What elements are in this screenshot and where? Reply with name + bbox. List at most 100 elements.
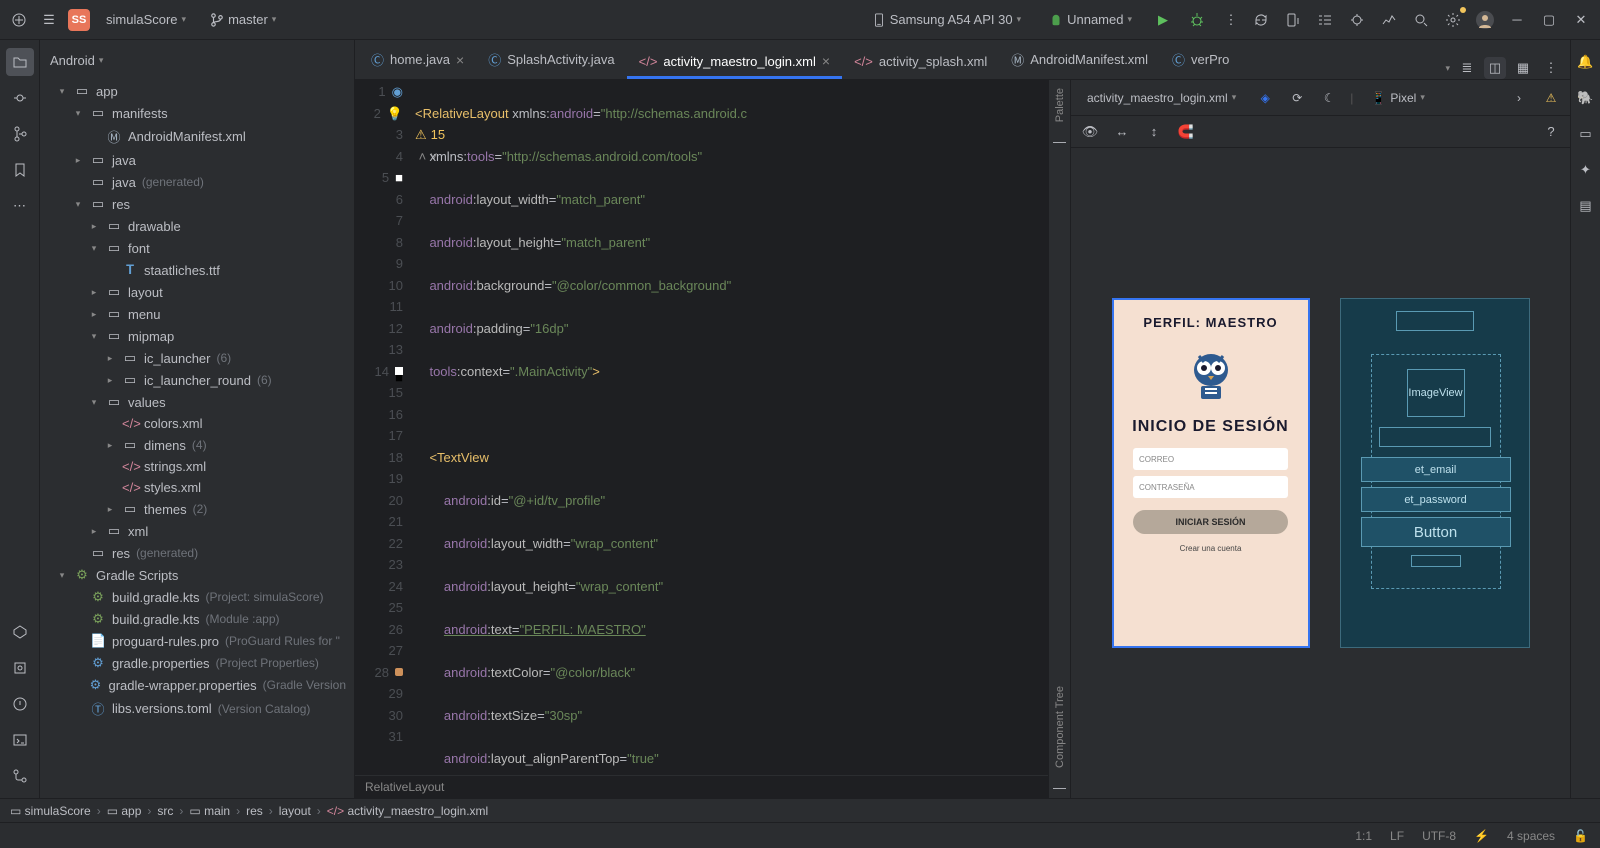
tree-node-font-file[interactable]: 𝐓staatliches.ttf — [44, 259, 350, 281]
search-icon[interactable] — [1410, 9, 1432, 31]
status-readonly-icon[interactable]: 🔓 — [1573, 829, 1588, 843]
tree-node-proguard[interactable]: 📄proguard-rules.pro (ProGuard Rules for … — [44, 630, 350, 652]
tree-node-iclauncher[interactable]: ▸▭ic_launcher (6) — [44, 347, 350, 369]
build-variants-icon[interactable] — [6, 618, 34, 646]
design-preview[interactable]: PERFIL: MAESTRO INICIO DE SESIÓN CORREO … — [1112, 298, 1310, 648]
warning-icon[interactable]: ⚠ — [1540, 87, 1562, 109]
tree-node-values[interactable]: ▾▭values — [44, 391, 350, 413]
notifications-icon[interactable]: 🔔 — [1572, 48, 1600, 76]
view-list-icon[interactable]: ≣ — [1456, 57, 1478, 79]
bc-item[interactable]: </> activity_maestro_login.xml — [327, 804, 488, 818]
problems-icon[interactable] — [6, 690, 34, 718]
design-view-icon[interactable]: ▦ — [1512, 57, 1534, 79]
tree-node-bg-module[interactable]: ⚙build.gradle.kts (Module :app) — [44, 608, 350, 630]
profiler-icon[interactable] — [1378, 9, 1400, 31]
tree-node-libs-versions[interactable]: Ⓣlibs.versions.toml (Version Catalog) — [44, 696, 350, 721]
tab-splash-activity[interactable]: ⒸSplashActivity.java — [476, 40, 626, 79]
bookmarks-tool-icon[interactable] — [6, 156, 34, 184]
blueprint-preview[interactable]: ImageView et_email et_password Button — [1340, 298, 1530, 648]
tree-node-gradle-props[interactable]: ⚙gradle.properties (Project Properties) — [44, 652, 350, 674]
zoom-icon[interactable]: ↕ — [1143, 121, 1165, 143]
attach-debugger-icon[interactable] — [1346, 9, 1368, 31]
bc-item[interactable]: ▭ simulaScore — [10, 804, 91, 818]
pan-icon[interactable]: ↔ — [1111, 121, 1133, 143]
more-tools-icon[interactable]: ⋯ — [6, 192, 34, 220]
tabs-dropdown-icon[interactable]: ▾ — [1445, 63, 1450, 74]
tree-node-manifest-file[interactable]: ⓂAndroidManifest.xml — [44, 124, 350, 149]
layout-file-dropdown[interactable]: activity_maestro_login.xml▾ — [1079, 87, 1244, 109]
tree-node-colors[interactable]: </>colors.xml — [44, 413, 350, 434]
tasks-icon[interactable] — [1314, 9, 1336, 31]
structure-tool-icon[interactable] — [6, 120, 34, 148]
design-icon[interactable]: ◈ — [1254, 87, 1276, 109]
visibility-icon[interactable]: 👁 — [1079, 121, 1101, 143]
running-devices-icon[interactable]: ▭ — [1572, 120, 1600, 148]
project-panel-header[interactable]: Android ▾ — [40, 40, 354, 80]
orientation-icon[interactable]: ⟳ — [1286, 87, 1308, 109]
project-tree[interactable]: ▾▭app ▾▭manifests ⓂAndroidManifest.xml ▸… — [40, 80, 354, 798]
status-indent[interactable]: 4 spaces — [1507, 829, 1555, 843]
tree-node-bg-project[interactable]: ⚙build.gradle.kts (Project: simulaScore) — [44, 586, 350, 608]
vcs-icon[interactable] — [6, 762, 34, 790]
sync-icon[interactable] — [1250, 9, 1272, 31]
tab-manifest[interactable]: ⓂAndroidManifest.xml — [999, 40, 1160, 79]
tree-node-strings[interactable]: </>strings.xml — [44, 456, 350, 477]
bc-item[interactable]: res — [246, 804, 263, 818]
gradle-icon[interactable]: 🐘 — [1572, 84, 1600, 112]
bc-item[interactable]: layout — [279, 804, 311, 818]
ai-assistant-icon[interactable]: ✦ — [1572, 156, 1600, 184]
status-encoding[interactable]: UTF-8 — [1422, 829, 1456, 843]
device-dropdown[interactable]: 📱Pixel▾ — [1363, 87, 1433, 109]
project-tool-icon[interactable] — [6, 48, 34, 76]
tree-node-java[interactable]: ▸▭java — [44, 149, 350, 171]
tab-close-icon[interactable]: × — [456, 52, 464, 68]
palette-label[interactable]: Palette — [1054, 88, 1066, 122]
branch-selector[interactable]: master ▾ — [202, 8, 284, 31]
close-icon[interactable]: ✕ — [1570, 9, 1592, 31]
tree-node-themes[interactable]: ▸▭themes (2) — [44, 498, 350, 520]
split-view-icon[interactable]: ◫ — [1484, 57, 1506, 79]
settings-icon[interactable] — [1442, 9, 1464, 31]
minimize-icon[interactable]: ─ — [1506, 9, 1528, 31]
tree-node-res-gen[interactable]: ▭res (generated) — [44, 542, 350, 564]
tree-node-font[interactable]: ▾▭font — [44, 237, 350, 259]
main-menu-icon[interactable] — [8, 9, 30, 31]
tree-node-app[interactable]: ▾▭app — [44, 80, 350, 102]
run-config-selector[interactable]: Unnamed ▾ — [1041, 8, 1140, 31]
help-icon[interactable]: ? — [1540, 121, 1562, 143]
more-actions-icon[interactable]: ⋮ — [1220, 9, 1242, 31]
component-tree-label[interactable]: Component Tree — [1054, 686, 1066, 768]
app-inspection-icon[interactable] — [6, 654, 34, 682]
user-avatar[interactable] — [1474, 9, 1496, 31]
tree-node-manifests[interactable]: ▾▭manifests — [44, 102, 350, 124]
tree-node-styles[interactable]: </>styles.xml — [44, 477, 350, 498]
bc-item[interactable]: ▭ main — [189, 804, 230, 818]
tree-node-menu[interactable]: ▸▭menu — [44, 303, 350, 325]
maximize-icon[interactable]: ▢ — [1538, 9, 1560, 31]
tab-activity-splash[interactable]: </>activity_splash.xml — [842, 44, 999, 79]
tab-home[interactable]: Ⓒhome.java× — [359, 40, 476, 79]
editor-more-icon[interactable]: ⋮ — [1540, 57, 1562, 79]
tree-node-layout[interactable]: ▸▭layout — [44, 281, 350, 303]
tree-node-xml[interactable]: ▸▭xml — [44, 520, 350, 542]
night-mode-icon[interactable]: ☾ — [1318, 87, 1340, 109]
hamburger-icon[interactable]: ☰ — [38, 9, 60, 31]
tab-maestro-login[interactable]: </>activity_maestro_login.xml× — [627, 43, 842, 79]
status-cursor-pos[interactable]: 1:1 — [1355, 829, 1372, 843]
tree-collapse-icon[interactable]: — — [1049, 776, 1071, 798]
tab-verpro[interactable]: ⒸverPro — [1160, 40, 1241, 79]
layout-inspector-icon[interactable]: ▤ — [1572, 192, 1600, 220]
tree-node-java-gen[interactable]: ▭java (generated) — [44, 171, 350, 193]
bc-item[interactable]: ▭ app — [107, 804, 142, 818]
tree-node-res[interactable]: ▾▭res — [44, 193, 350, 215]
tree-node-drawable[interactable]: ▸▭drawable — [44, 215, 350, 237]
commit-tool-icon[interactable] — [6, 84, 34, 112]
status-memory-icon[interactable]: ⚡ — [1474, 829, 1489, 843]
status-line-sep[interactable]: LF — [1390, 829, 1404, 843]
expand-icon[interactable]: › — [1508, 87, 1530, 109]
code-lines[interactable]: <RelativeLayout xmlns:android="http://sc… — [415, 80, 1048, 775]
tree-node-mipmap[interactable]: ▾▭mipmap — [44, 325, 350, 347]
magnet-icon[interactable]: 🧲 — [1175, 121, 1197, 143]
preview-canvas[interactable]: PERFIL: MAESTRO INICIO DE SESIÓN CORREO … — [1071, 148, 1570, 798]
tree-node-iclauncher-round[interactable]: ▸▭ic_launcher_round (6) — [44, 369, 350, 391]
